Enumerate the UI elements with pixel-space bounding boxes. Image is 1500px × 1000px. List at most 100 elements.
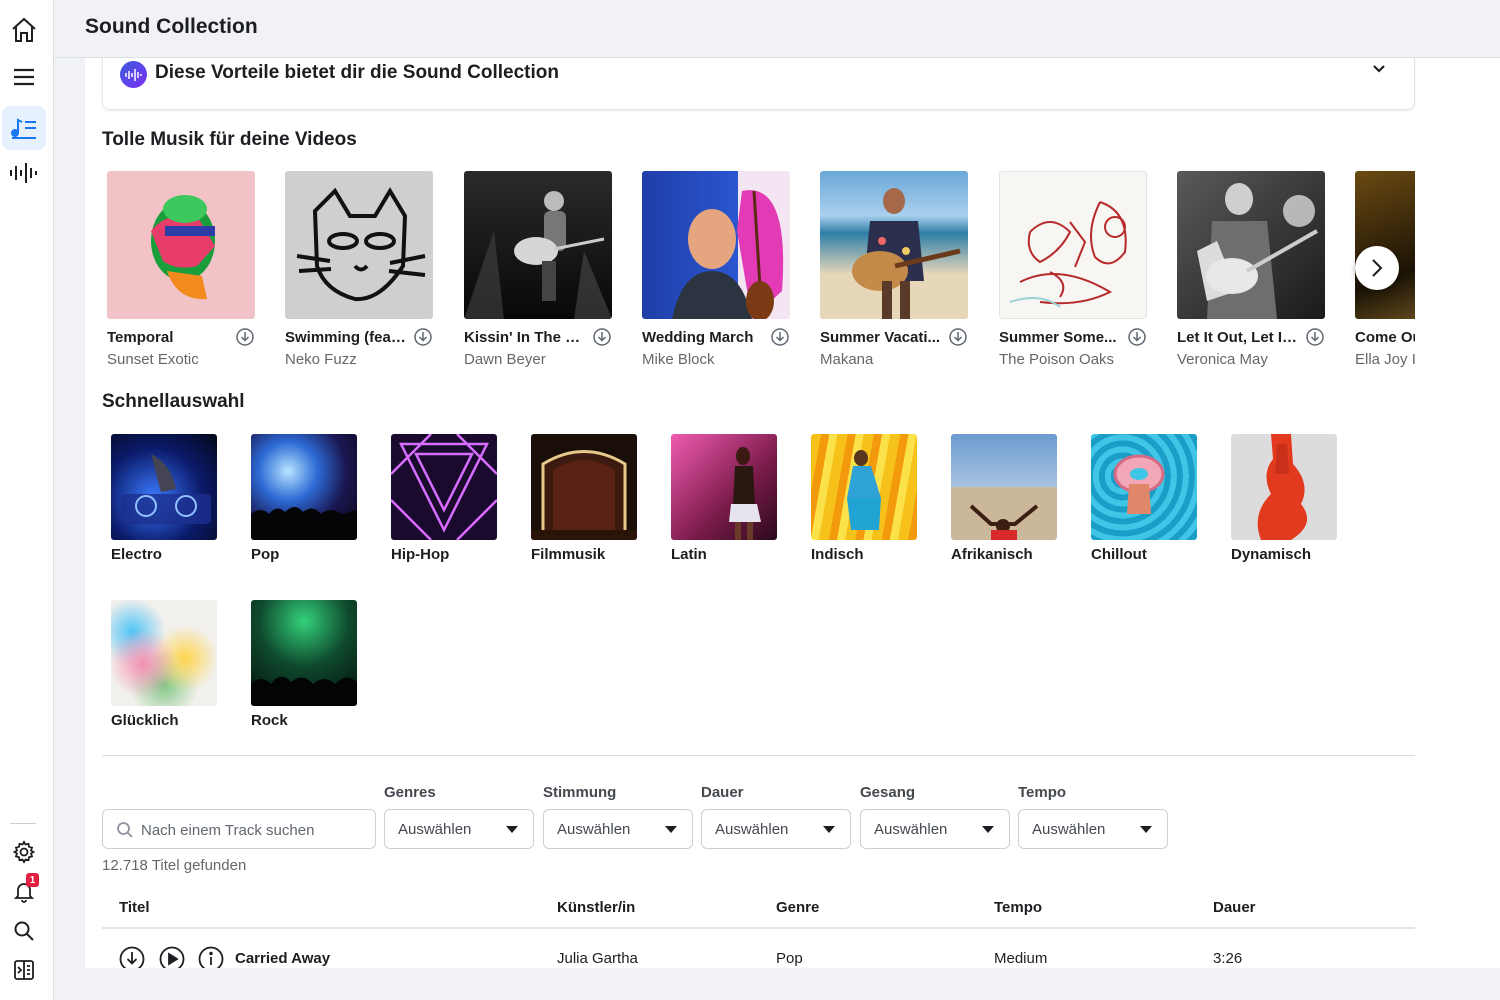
genre-image (111, 434, 217, 540)
genre-image (531, 434, 637, 540)
download-icon[interactable] (1128, 328, 1146, 346)
track-artist: Ella Joy I (1355, 351, 1415, 368)
genre-label: Indisch (811, 546, 864, 563)
track-artist: The Poison Oaks (999, 351, 1115, 368)
album-cover (1177, 171, 1325, 319)
album-cover (464, 171, 612, 319)
column-header-artist[interactable]: Künstler/in (557, 899, 635, 916)
toggle-panel-button[interactable] (2, 948, 46, 992)
genre-image (251, 600, 357, 706)
download-icon[interactable] (119, 946, 145, 968)
download-icon[interactable] (1306, 328, 1324, 346)
benefits-title: Diese Vorteile bietet dir die Sound Coll… (155, 62, 559, 83)
row-track-title[interactable]: Carried Away (235, 950, 330, 967)
genre-label: Afrikanisch (951, 546, 1033, 563)
caret-down-icon (665, 826, 677, 833)
track-artist: Sunset Exotic (107, 351, 199, 368)
filter-label-genres: Genres (384, 784, 436, 801)
settings-button[interactable] (2, 830, 46, 874)
select-value: Auswählen (874, 821, 948, 838)
select-value: Auswählen (715, 821, 789, 838)
sound-collection-nav[interactable] (2, 106, 46, 150)
genre-label: Hip-Hop (391, 546, 450, 563)
select-value: Auswählen (398, 821, 472, 838)
menu-button[interactable] (2, 55, 46, 99)
genre-label: Electro (111, 546, 162, 563)
select-value: Auswählen (1032, 821, 1106, 838)
row-duration: 3:26 (1213, 950, 1243, 967)
featured-carousel: Temporal Sunset Exotic Swimming (feat...… (102, 171, 1415, 371)
track-artist: Veronica May (1177, 351, 1268, 368)
left-rail: 1 (0, 0, 54, 1000)
filter-label-gesang: Gesang (860, 784, 916, 801)
audio-waveform-nav[interactable] (2, 151, 46, 195)
benefits-accordion[interactable]: Diese Vorteile bietet dir die Sound Coll… (102, 58, 1415, 110)
genre-image (671, 434, 777, 540)
genre-label: Glücklich (111, 712, 179, 729)
sound-collection-content: Diese Vorteile bietet dir die Sound Coll… (85, 58, 1500, 968)
play-icon[interactable] (159, 946, 185, 968)
tempo-select[interactable]: Auswählen (1018, 809, 1168, 849)
album-cover (999, 171, 1147, 319)
column-header-title[interactable]: Titel (119, 899, 150, 916)
select-value: Auswählen (557, 821, 631, 838)
filter-label-stimmung: Stimmung (543, 784, 617, 801)
carousel-next-button[interactable] (1355, 246, 1399, 290)
track-search-input[interactable] (141, 819, 361, 841)
caret-down-icon (506, 826, 518, 833)
rail-divider (10, 823, 36, 824)
download-icon[interactable] (771, 328, 789, 346)
quick-pick-section-title: Schnellauswahl (102, 391, 245, 412)
genre-label: Rock (251, 712, 288, 729)
track-title: Summer Some... (999, 329, 1117, 346)
track-title: Summer Vacati... (820, 329, 941, 346)
genre-image (1231, 434, 1337, 540)
download-icon[interactable] (414, 328, 432, 346)
album-cover (642, 171, 790, 319)
info-icon[interactable] (198, 946, 224, 968)
genre-label: Dynamisch (1231, 546, 1312, 563)
genres-select[interactable]: Auswählen (384, 809, 534, 849)
genre-image (1091, 434, 1197, 540)
track-artist: Mike Block (642, 351, 715, 368)
search-icon (117, 822, 133, 838)
gesang-select[interactable]: Auswählen (860, 809, 1010, 849)
home-button[interactable] (2, 8, 46, 52)
genre-image (251, 434, 357, 540)
search-icon (14, 921, 34, 941)
chevron-down-icon[interactable] (1372, 64, 1386, 74)
album-cover (1355, 171, 1415, 319)
track-title: Come Ou (1355, 329, 1415, 346)
caret-down-icon (823, 826, 835, 833)
genre-image (811, 434, 917, 540)
page-header: Sound Collection (55, 0, 1500, 58)
genre-image (391, 434, 497, 540)
column-header-genre[interactable]: Genre (776, 899, 819, 916)
filter-label-dauer: Dauer (701, 784, 744, 801)
track-artist: Neko Fuzz (285, 351, 357, 368)
search-button[interactable] (2, 909, 46, 953)
sound-collection-logo-icon (120, 61, 147, 88)
row-tempo: Medium (994, 950, 1048, 967)
stimmung-select[interactable]: Auswählen (543, 809, 693, 849)
gear-icon (12, 840, 36, 864)
track-title: Temporal (107, 329, 174, 346)
album-cover (107, 171, 255, 319)
download-icon[interactable] (949, 328, 967, 346)
track-title: Let It Out, Let It... (1177, 329, 1299, 346)
waveform-icon (10, 163, 37, 183)
column-header-tempo[interactable]: Tempo (994, 899, 1042, 916)
notifications-button[interactable]: 1 (2, 869, 46, 913)
results-count: 12.718 Titel gefunden (102, 857, 247, 874)
download-icon[interactable] (593, 328, 611, 346)
panel-toggle-icon (14, 960, 34, 980)
album-cover (285, 171, 433, 319)
track-search[interactable] (102, 809, 376, 849)
column-header-duration[interactable]: Dauer (1213, 899, 1256, 916)
dauer-select[interactable]: Auswählen (701, 809, 851, 849)
genre-image (111, 600, 217, 706)
row-artist: Julia Gartha (557, 950, 638, 967)
featured-section-title: Tolle Musik für deine Videos (102, 129, 357, 150)
download-icon[interactable] (236, 328, 254, 346)
page-title: Sound Collection (85, 15, 258, 38)
